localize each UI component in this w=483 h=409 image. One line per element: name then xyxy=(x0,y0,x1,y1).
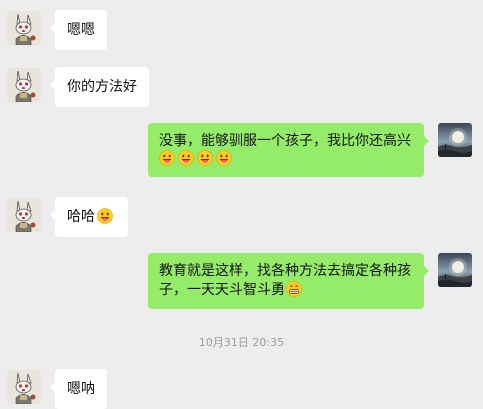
moon-landscape-avatar-icon xyxy=(438,123,472,157)
self-avatar[interactable] xyxy=(438,123,472,157)
message-text: 教育就是这样，找各种方法去搞定各种孩子，一天天斗智斗勇 xyxy=(159,263,411,298)
contact-avatar[interactable] xyxy=(7,11,41,45)
rabbit-avatar-icon xyxy=(7,370,41,404)
contact-avatar[interactable] xyxy=(7,68,41,102)
incoming-message[interactable]: 嗯呐 xyxy=(50,369,107,409)
moon-landscape-avatar-icon xyxy=(438,253,472,287)
message-text: 哈哈 xyxy=(67,209,95,225)
outgoing-message[interactable]: 没事，能够驯服一个孩子，我比你还高兴 xyxy=(148,123,429,177)
rabbit-avatar-icon xyxy=(7,68,41,102)
incoming-message[interactable]: 你的方法好 xyxy=(50,67,149,107)
grin-tongue-emoji-icon xyxy=(216,150,232,166)
self-avatar[interactable] xyxy=(438,253,472,287)
message-timestamp: 10月31日 20:35 xyxy=(198,336,285,349)
incoming-message[interactable]: 哈哈 xyxy=(50,197,128,237)
outgoing-message[interactable]: 教育就是这样，找各种方法去搞定各种孩子，一天天斗智斗勇 xyxy=(148,253,429,309)
rabbit-avatar-icon xyxy=(7,11,41,45)
grin-tongue-emoji-icon xyxy=(97,208,113,224)
rabbit-avatar-icon xyxy=(7,198,41,232)
message-text: 你的方法好 xyxy=(67,79,137,95)
message-text: 没事，能够驯服一个孩子，我比你还高兴 xyxy=(159,133,411,149)
contact-avatar[interactable] xyxy=(7,370,41,404)
contact-avatar[interactable] xyxy=(7,198,41,232)
grin-tongue-emoji-icon xyxy=(159,150,175,166)
grimace-emoji-icon xyxy=(286,281,302,297)
incoming-message[interactable]: 嗯嗯 xyxy=(50,10,107,50)
chat-message-list[interactable]: 嗯嗯 你的方法好 没事，能够驯服一个孩子，我比你还高兴 哈哈 教育就是这样，找各… xyxy=(0,0,483,409)
message-text: 嗯嗯 xyxy=(67,22,95,38)
message-text: 嗯呐 xyxy=(67,381,95,397)
grin-tongue-emoji-icon xyxy=(197,150,213,166)
grin-tongue-emoji-icon xyxy=(178,150,194,166)
